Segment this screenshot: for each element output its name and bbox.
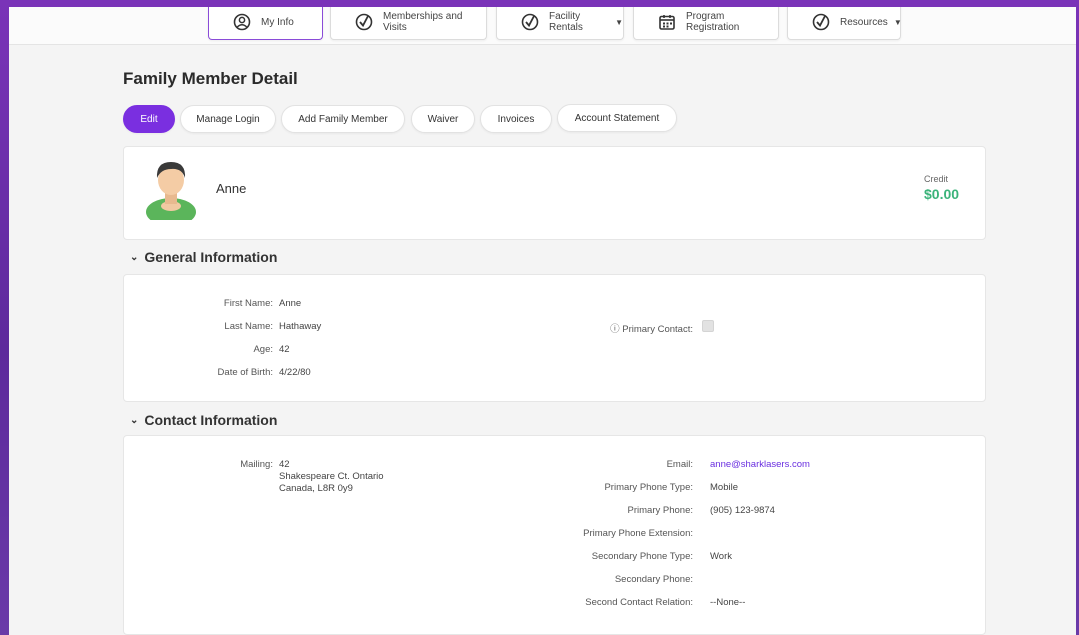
contact-info-toggle[interactable]: ⌄ Contact Information	[130, 412, 277, 428]
mailing-line3: Canada, L8R 0y9	[279, 483, 353, 494]
manage-login-button[interactable]: Manage Login	[180, 105, 276, 133]
credit-label: Credit	[924, 174, 949, 184]
primary-contact-checkbox[interactable]	[702, 320, 714, 332]
nav-label: Facility Rentals	[549, 11, 583, 33]
primary-phone-value: (905) 123-9874	[710, 505, 775, 516]
second-contact-relation-value: --None--	[710, 597, 746, 608]
page-title: Family Member Detail	[123, 69, 298, 88]
nav-label: Resources	[840, 16, 888, 28]
second-contact-relation-label: Second Contact Relation:	[585, 597, 693, 608]
primary-phone-label: Primary Phone:	[627, 505, 693, 516]
top-nav: My Info Memberships and Visits Facility …	[9, 7, 1076, 45]
profile-card: Anne Credit $0.00	[123, 146, 986, 240]
nav-my-info[interactable]: My Info	[208, 7, 323, 40]
dob-label: Date of Birth:	[217, 367, 273, 378]
general-info-toggle[interactable]: ⌄ General Information	[130, 249, 277, 265]
calendar-icon	[659, 15, 675, 30]
chevron-down-icon: ⌄	[130, 414, 139, 426]
email-link[interactable]: anne@sharklasers.com	[710, 459, 810, 470]
nav-facility-rentals[interactable]: Facility Rentals ▼	[496, 7, 624, 40]
check-circle-icon	[355, 13, 373, 31]
nav-memberships[interactable]: Memberships and Visits	[330, 7, 487, 40]
chevron-down-icon: ⌄	[130, 251, 139, 263]
secondary-phone-label: Secondary Phone:	[614, 574, 693, 585]
secondary-phone-type-value: Work	[710, 551, 732, 562]
contact-info-card: Mailing: 42 Shakespeare Ct. Ontario Cana…	[123, 435, 986, 635]
nav-program-registration[interactable]: Program Registration	[633, 7, 779, 40]
primary-phone-type-label: Primary Phone Type:	[604, 482, 693, 493]
caret-down-icon: ▼	[893, 17, 902, 27]
nav-label: Memberships and Visits	[383, 11, 463, 33]
member-name: Anne	[216, 181, 247, 196]
check-circle-icon	[812, 13, 830, 31]
primary-phone-type-value: Mobile	[710, 482, 738, 493]
age-value: 42	[279, 344, 290, 355]
last-name-label: Last Name:	[224, 321, 273, 332]
nav-label: My Info	[261, 16, 294, 28]
user-circle-icon	[233, 13, 251, 31]
nav-label: Program Registration	[686, 11, 740, 33]
credit-value: $0.00	[924, 186, 960, 202]
add-family-member-button[interactable]: Add Family Member	[281, 105, 405, 133]
first-name-value: Anne	[279, 298, 302, 309]
mailing-line1: 42	[279, 459, 290, 470]
check-circle-icon	[521, 13, 539, 31]
primary-phone-extension-label: Primary Phone Extension:	[583, 528, 693, 539]
last-name-value: Hathaway	[279, 321, 322, 332]
general-info-card: First Name: Anne Last Name: Hathaway Age…	[123, 274, 986, 402]
email-label: Email:	[666, 459, 693, 470]
section-heading: General Information	[144, 249, 278, 265]
caret-down-icon: ▼	[615, 17, 623, 27]
primary-contact-label: ⓘ Primary Contact:	[610, 324, 693, 335]
app-frame: My Info Memberships and Visits Facility …	[9, 7, 1076, 635]
edit-button[interactable]: Edit	[123, 105, 175, 133]
mailing-label: Mailing:	[240, 459, 273, 470]
avatar	[146, 162, 196, 220]
nav-resources[interactable]: Resources ▼	[787, 7, 902, 40]
section-heading: Contact Information	[144, 412, 278, 428]
first-name-label: First Name:	[223, 298, 273, 309]
age-label: Age:	[253, 344, 273, 355]
mailing-line2: Shakespeare Ct. Ontario	[279, 471, 384, 482]
invoices-button[interactable]: Invoices	[480, 105, 552, 133]
secondary-phone-type-label: Secondary Phone Type:	[591, 551, 693, 562]
waiver-button[interactable]: Waiver	[411, 105, 475, 133]
dob-value: 4/22/80	[279, 367, 311, 378]
account-statement-button[interactable]: Account Statement	[557, 104, 677, 132]
